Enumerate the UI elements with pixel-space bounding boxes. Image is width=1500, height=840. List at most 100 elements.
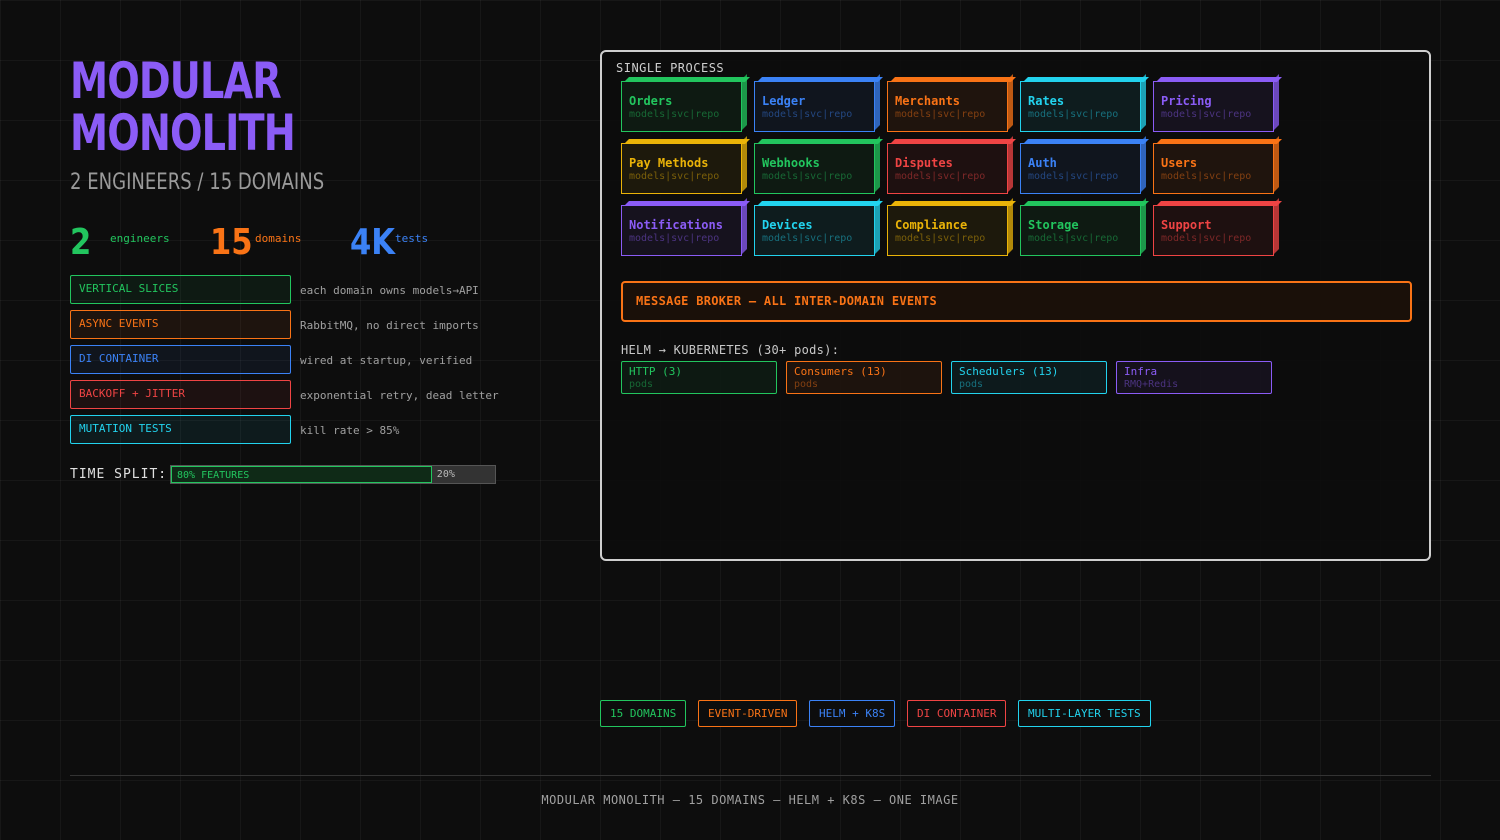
time-split-other-segment: 20% (431, 466, 495, 483)
domain-box-top-face (890, 201, 1016, 206)
domain-box-top-face (757, 77, 883, 82)
time-split-label: TIME SPLIT: (70, 467, 168, 482)
domain-box-top-face (890, 139, 1016, 144)
stat-label: engineers (110, 232, 170, 245)
feature-description: kill rate > 85% (300, 424, 400, 437)
stat-domains: 15 domains (210, 222, 301, 263)
feature-badge: MUTATION TESTS (70, 415, 291, 444)
domain-name: Notifications (629, 218, 723, 232)
single-process-box: SINGLE PROCESS Orders models|svc|repo Ledg… (600, 50, 1431, 561)
stat-label: tests (395, 232, 429, 245)
domain-name: Webhooks (762, 156, 820, 170)
footer-text: MODULAR MONOLITH — 15 DOMAINS — HELM + K… (541, 793, 959, 807)
domain-name: Rates (1028, 94, 1065, 108)
pod-sub: RMQ+Redis (1124, 379, 1179, 390)
feature-badge: DI CONTAINER (70, 345, 291, 374)
domain-box: Support models|svc|repo (1153, 198, 1282, 256)
domain-box-side-face (1141, 136, 1146, 192)
domain-box-side-face (875, 136, 880, 192)
feature-badge: VERTICAL SLICES (70, 275, 291, 304)
domain-box: Orders models|svc|repo (621, 74, 750, 132)
domain-layers: models|svc|repo (1028, 109, 1119, 120)
domain-box: Devices models|svc|repo (754, 198, 883, 256)
domain-name: Ledger (762, 94, 806, 108)
domain-box-top-face (1156, 201, 1282, 206)
domain-layers: models|svc|repo (1028, 171, 1119, 182)
tag-badge: DI CONTAINER (907, 700, 1007, 727)
domain-box-top-face (1023, 201, 1149, 206)
domain-layers: models|svc|repo (1161, 171, 1252, 182)
page-title: MODULAR MONOLITH (70, 55, 296, 162)
domain-name: Orders (629, 94, 673, 108)
domain-layers: models|svc|repo (762, 109, 853, 120)
process-label: SINGLE PROCESS (616, 61, 725, 75)
domain-box-side-face (742, 198, 747, 254)
domain-layers: models|svc|repo (1161, 233, 1252, 244)
domain-box: Pricing models|svc|repo (1153, 74, 1282, 132)
subtitle: 2 ENGINEERS / 15 DOMAINS (70, 170, 325, 195)
domain-box: Pay Methods models|svc|repo (621, 136, 750, 194)
domain-box: Ledger models|svc|repo (754, 74, 883, 132)
domain-name: Storage (1028, 218, 1079, 232)
tag-badge: MULTI-LAYER TESTS (1018, 700, 1151, 727)
domain-box: Notifications models|svc|repo (621, 198, 750, 256)
domain-name: Compliance (895, 218, 968, 232)
domain-box-side-face (1008, 198, 1013, 254)
pod-box: Consumers (13) pods (786, 361, 942, 394)
domain-box-top-face (624, 139, 750, 144)
domain-box-side-face (1141, 198, 1146, 254)
domain-box-top-face (1156, 77, 1282, 82)
domain-box-side-face (1008, 136, 1013, 192)
pod-sub: pods (959, 379, 984, 390)
domain-box-top-face (1023, 77, 1149, 82)
domain-name: Auth (1028, 156, 1057, 170)
domain-box: Disputes models|svc|repo (887, 136, 1016, 194)
domain-box-side-face (1141, 74, 1146, 130)
domain-box-side-face (875, 198, 880, 254)
domain-box: Webhooks models|svc|repo (754, 136, 883, 194)
tag-badge: EVENT-DRIVEN (698, 700, 798, 727)
pod-box: Infra RMQ+Redis (1116, 361, 1272, 394)
pod-name: Schedulers (13) (959, 365, 1059, 378)
feature-description: wired at startup, verified (300, 354, 473, 367)
domain-box: Users models|svc|repo (1153, 136, 1282, 194)
title-line-2: MONOLITH (70, 104, 296, 162)
feature-badge: ASYNC EVENTS (70, 310, 291, 339)
domain-box: Rates models|svc|repo (1020, 74, 1149, 132)
domain-box-top-face (757, 139, 883, 144)
domain-box-side-face (742, 136, 747, 192)
domain-layers: models|svc|repo (762, 233, 853, 244)
domain-layers: models|svc|repo (895, 233, 986, 244)
domain-layers: models|svc|repo (1161, 109, 1252, 120)
tag-badge: 15 DOMAINS (600, 700, 687, 727)
domain-name: Support (1161, 218, 1212, 232)
stat-value: 2 (70, 222, 92, 263)
domain-layers: models|svc|repo (895, 171, 986, 182)
domain-name: Devices (762, 218, 813, 232)
domain-layers: models|svc|repo (629, 171, 720, 182)
domain-layers: models|svc|repo (895, 109, 986, 120)
domain-layers: models|svc|repo (629, 233, 720, 244)
domain-layers: models|svc|repo (762, 171, 853, 182)
pod-name: Consumers (13) (794, 365, 887, 378)
pod-box: HTTP (3) pods (621, 361, 777, 394)
domain-box-side-face (1274, 74, 1279, 130)
pod-sub: pods (629, 379, 654, 390)
domain-box: Auth models|svc|repo (1020, 136, 1149, 194)
domain-box-top-face (624, 77, 750, 82)
feature-description: RabbitMQ, no direct imports (300, 319, 479, 332)
domain-box-top-face (1156, 139, 1282, 144)
helm-label: HELM → KUBERNETES (30+ pods): (621, 343, 840, 357)
stat-value: 15 (210, 222, 253, 263)
domain-box-side-face (1274, 136, 1279, 192)
stat-engineers: 2 engineers (70, 222, 170, 263)
pod-sub: pods (794, 379, 819, 390)
domain-box: Compliance models|svc|repo (887, 198, 1016, 256)
domain-name: Merchants (895, 94, 961, 108)
domain-box-top-face (890, 77, 1016, 82)
domain-box-side-face (742, 74, 747, 130)
pod-name: HTTP (3) (629, 365, 682, 378)
domain-box: Merchants models|svc|repo (887, 74, 1016, 132)
time-split-features-segment: 80% FEATURES (171, 466, 432, 483)
domain-box-top-face (1023, 139, 1149, 144)
